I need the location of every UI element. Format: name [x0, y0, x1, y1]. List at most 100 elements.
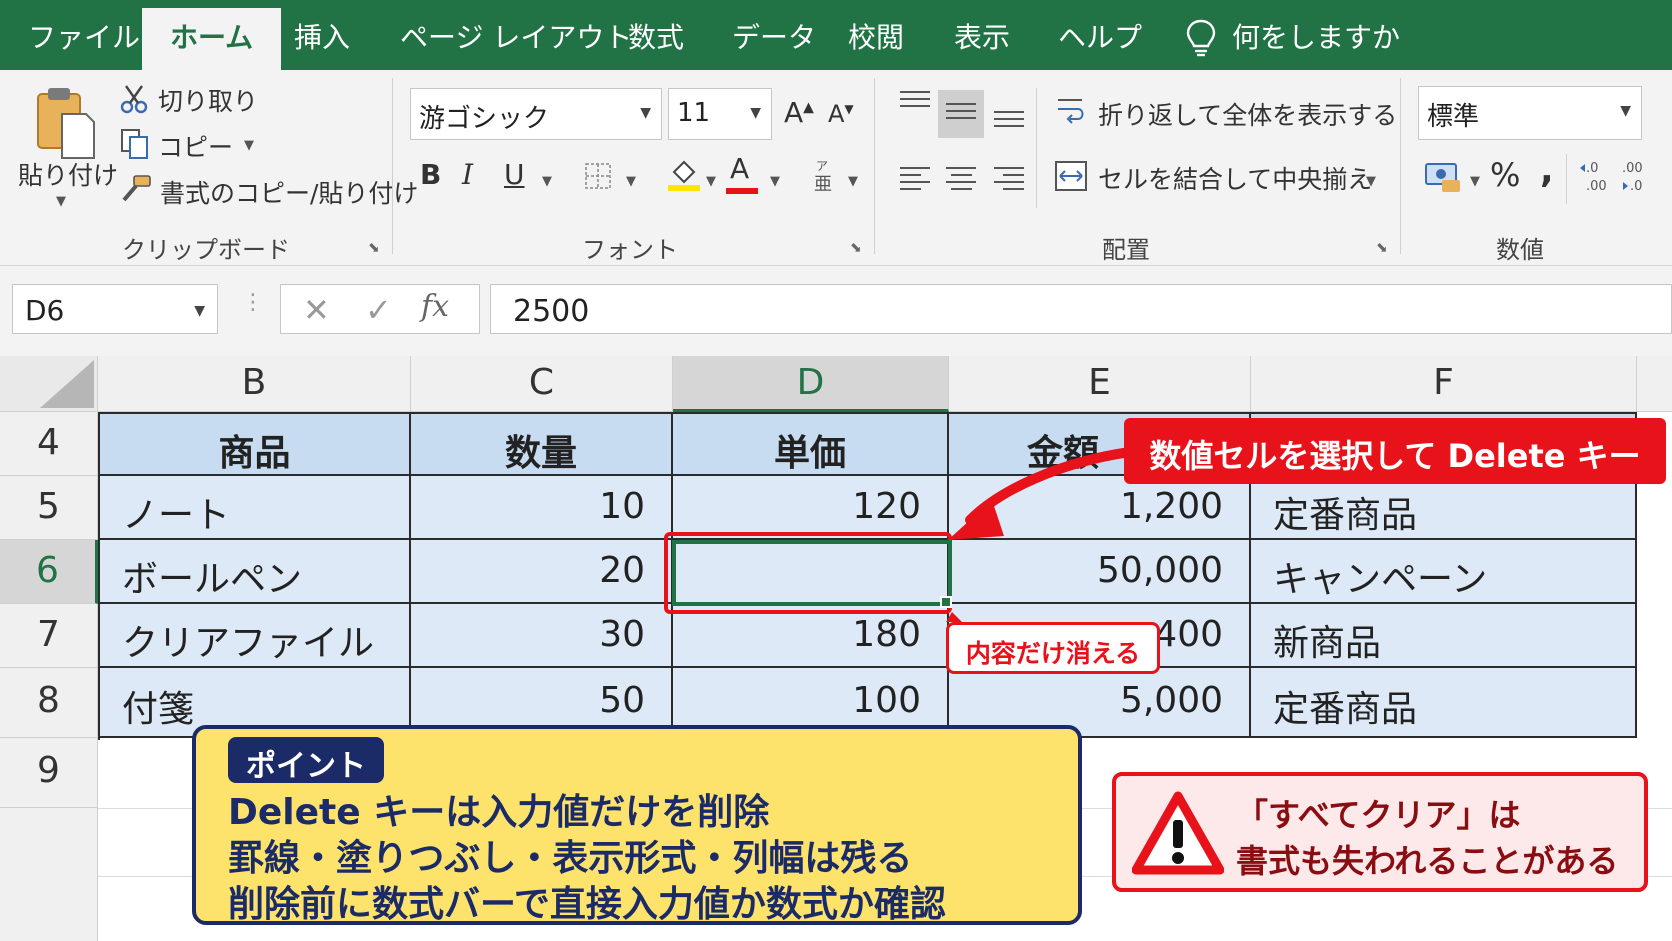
- select-all-corner[interactable]: [0, 356, 98, 412]
- table-cell[interactable]: ボールペン: [100, 540, 411, 604]
- lightbulb-icon[interactable]: [1184, 18, 1218, 58]
- font-name-select[interactable]: 游ゴシック ▼: [410, 88, 662, 140]
- table-cell[interactable]: キャンペーン: [1251, 540, 1637, 604]
- cancel-entry-icon[interactable]: ✕: [303, 291, 330, 329]
- italic-button[interactable]: I: [462, 158, 473, 191]
- alignment-group-label: 配置: [1102, 236, 1150, 264]
- tab-help[interactable]: ヘルプ: [1058, 16, 1142, 56]
- tab-page-layout[interactable]: ページ レイアウト: [400, 16, 632, 56]
- column-header-e[interactable]: E: [949, 356, 1251, 412]
- number-format-select[interactable]: 標準 ▼: [1418, 86, 1642, 140]
- tab-home[interactable]: ホーム: [142, 8, 282, 70]
- format-painter-button[interactable]: 書式のコピー/貼り付け: [160, 174, 418, 210]
- underline-button[interactable]: U: [504, 158, 525, 191]
- paste-button[interactable]: 貼り付け: [18, 156, 118, 192]
- column-header-g[interactable]: [1637, 356, 1672, 412]
- tell-me-search[interactable]: 何をしますか: [1232, 16, 1400, 56]
- format-painter-icon[interactable]: [120, 174, 152, 204]
- alignment-launcher-icon[interactable]: ⬊: [1376, 240, 1388, 256]
- merge-center-button[interactable]: セルを結合して中央揃え: [1098, 160, 1372, 196]
- table-cell[interactable]: 1,200: [949, 476, 1251, 540]
- tab-data[interactable]: データ: [732, 16, 816, 56]
- table-cell[interactable]: 定番商品: [1251, 476, 1637, 540]
- column-header-f[interactable]: F: [1251, 356, 1637, 412]
- row-header-7[interactable]: 7: [0, 604, 98, 668]
- shrink-font-button[interactable]: A▼: [828, 100, 854, 128]
- table-cell[interactable]: 10: [411, 476, 673, 540]
- font-color-dropdown-arrow[interactable]: ▼: [770, 174, 780, 189]
- increase-decimal-icon[interactable]: .0 .00: [1578, 158, 1614, 194]
- currency-format-icon[interactable]: [1424, 160, 1464, 194]
- font-launcher-icon[interactable]: ⬊: [850, 240, 862, 256]
- align-top-icon[interactable]: [900, 86, 930, 112]
- table-header-cell[interactable]: 商品: [100, 414, 411, 476]
- tab-formulas[interactable]: 数式: [628, 16, 684, 56]
- merge-center-icon[interactable]: [1054, 160, 1088, 192]
- copy-button[interactable]: コピー: [158, 128, 233, 164]
- align-middle-button[interactable]: [938, 90, 984, 138]
- tab-view[interactable]: 表示: [954, 16, 1010, 56]
- fill-color-dropdown-arrow[interactable]: ▼: [706, 174, 716, 189]
- table-cell[interactable]: 20: [411, 540, 673, 604]
- column-header-b[interactable]: B: [98, 356, 411, 412]
- table-cell[interactable]: ノート: [100, 476, 411, 540]
- align-center-icon[interactable]: [946, 162, 976, 195]
- table-header-cell[interactable]: 単価: [673, 414, 949, 476]
- row-header-9[interactable]: 9: [0, 738, 98, 808]
- row-header-6[interactable]: 6: [0, 540, 98, 604]
- active-cell-border: [672, 540, 952, 606]
- cut-button[interactable]: 切り取り: [158, 82, 258, 118]
- row-header-8[interactable]: 8: [0, 668, 98, 738]
- table-cell[interactable]: 120: [673, 476, 949, 540]
- fill-color-icon[interactable]: [666, 158, 702, 192]
- phonetic-dropdown-arrow[interactable]: ▼: [848, 174, 858, 189]
- column-header-d[interactable]: D: [673, 356, 949, 412]
- confirm-entry-icon[interactable]: ✓: [365, 291, 392, 329]
- copy-dropdown-arrow[interactable]: ▼: [244, 138, 254, 153]
- align-bottom-icon[interactable]: [994, 106, 1024, 132]
- merge-dropdown-arrow[interactable]: ▼: [1366, 174, 1376, 189]
- table-header-cell[interactable]: 数量: [411, 414, 673, 476]
- underline-dropdown-arrow[interactable]: ▼: [542, 174, 552, 189]
- comma-style-button[interactable]: ,: [1540, 150, 1554, 191]
- paste-dropdown-arrow[interactable]: ▼: [56, 194, 66, 209]
- border-dropdown-arrow[interactable]: ▼: [626, 174, 636, 189]
- tab-review[interactable]: 校閲: [848, 16, 904, 56]
- font-size-select[interactable]: 11 ▼: [668, 88, 772, 140]
- clipboard-group-label: クリップボード: [122, 236, 290, 264]
- name-box[interactable]: D6 ▼: [12, 284, 218, 334]
- align-right-icon[interactable]: [994, 162, 1024, 195]
- wrap-text-icon[interactable]: [1056, 94, 1086, 124]
- splitter-handle-icon[interactable]: ⋮: [242, 290, 264, 315]
- align-left-icon[interactable]: [900, 162, 930, 195]
- border-icon[interactable]: [584, 162, 612, 190]
- svg-text:亜: 亜: [814, 174, 832, 192]
- insert-function-icon[interactable]: fx: [421, 289, 449, 324]
- table-cell[interactable]: 新商品: [1251, 604, 1637, 668]
- phonetic-guide-icon[interactable]: ア 亜: [812, 158, 834, 192]
- bold-button[interactable]: B: [420, 158, 441, 191]
- svg-text:ア: ア: [816, 159, 828, 173]
- table-cell[interactable]: 30: [411, 604, 673, 668]
- formula-input[interactable]: 2500: [490, 284, 1672, 334]
- tab-insert[interactable]: 挿入: [294, 16, 350, 56]
- table-cell[interactable]: クリアファイル: [100, 604, 411, 668]
- copy-icon[interactable]: [120, 128, 150, 160]
- decrease-decimal-icon[interactable]: .00 .0: [1616, 158, 1652, 194]
- column-header-c[interactable]: C: [411, 356, 673, 412]
- font-color-button[interactable]: A: [730, 152, 749, 185]
- grow-font-button[interactable]: A▲: [784, 96, 814, 129]
- clipboard-launcher-icon[interactable]: ⬊: [368, 240, 380, 256]
- fill-handle[interactable]: [940, 596, 952, 608]
- table-cell[interactable]: 50,000: [949, 540, 1251, 604]
- percent-style-button[interactable]: %: [1490, 156, 1520, 194]
- currency-dropdown-arrow[interactable]: ▼: [1470, 174, 1480, 189]
- scissors-icon[interactable]: [120, 84, 148, 114]
- wrap-text-button[interactable]: 折り返して全体を表示する: [1098, 96, 1397, 132]
- table-cell[interactable]: 定番商品: [1251, 668, 1637, 738]
- tab-file[interactable]: ファイル: [28, 16, 140, 56]
- row-header-10: [0, 808, 98, 941]
- row-header-4[interactable]: 4: [0, 412, 98, 476]
- row-header-5[interactable]: 5: [0, 476, 98, 540]
- paste-icon[interactable]: [34, 84, 98, 162]
